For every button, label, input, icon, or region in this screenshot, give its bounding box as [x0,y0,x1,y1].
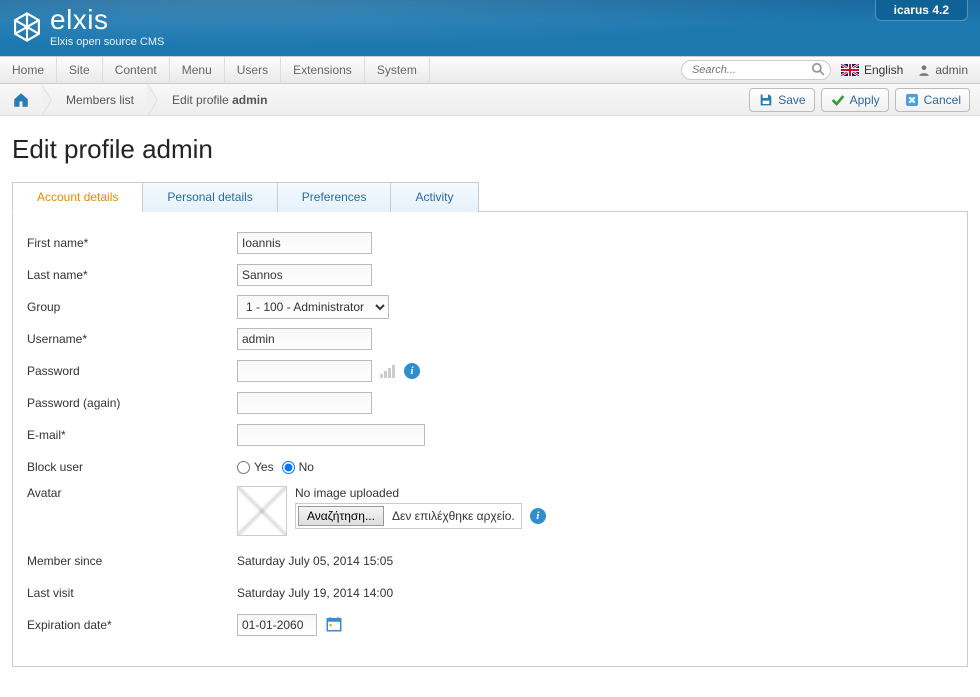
label-expiration: Expiration date* [27,618,237,632]
search-icon[interactable] [811,62,825,79]
cancel-button[interactable]: Cancel [895,88,970,112]
toolbar: Members list Edit profile admin Save App… [0,84,980,116]
breadcrumb-current: Edit profile admin [158,84,281,115]
label-lastname: Last name* [27,268,237,282]
label-firstname: First name* [27,236,237,250]
brand-logo[interactable]: elxis Elxis open source CMS [10,6,164,48]
file-browse-button[interactable]: Αναζήτηση... [298,506,384,526]
menu-extensions[interactable]: Extensions [281,57,365,83]
search-box [681,60,831,80]
avatar-preview [237,486,287,536]
label-email: E-mail* [27,428,237,442]
label-block: Block user [27,460,237,474]
account-details-panel: First name* Last name* Group 1 - 100 - A… [12,212,968,667]
label-password: Password [27,364,237,378]
strength-icon [380,364,396,378]
chevron-right-icon [148,84,158,116]
menu-menu[interactable]: Menu [170,57,225,83]
info-icon[interactable]: i [404,363,420,379]
tab-personal-details[interactable]: Personal details [142,182,277,212]
password-again-input[interactable] [237,392,372,414]
breadcrumb-members-list[interactable]: Members list [52,84,148,115]
language-label: English [864,63,903,77]
brand-name: elxis [50,6,164,34]
label-group: Group [27,300,237,314]
label-username: Username* [27,332,237,346]
flag-icon [841,64,859,76]
page-title: Edit profile admin [12,134,968,165]
brand-tagline: Elxis open source CMS [50,36,164,48]
language-selector[interactable]: English [841,63,903,77]
current-user[interactable]: admin [917,63,968,77]
firstname-input[interactable] [237,232,372,254]
user-icon [917,63,931,77]
tab-preferences[interactable]: Preferences [277,182,392,212]
tab-activity[interactable]: Activity [390,182,478,212]
save-button[interactable]: Save [749,88,814,112]
info-icon[interactable]: i [530,508,546,524]
menu-home[interactable]: Home [0,57,57,83]
menu-users[interactable]: Users [225,57,281,83]
tabs: Account details Personal details Prefere… [12,181,968,212]
tab-account-details[interactable]: Account details [12,182,143,212]
save-icon [758,92,774,108]
lastname-input[interactable] [237,264,372,286]
username-input[interactable] [237,328,372,350]
email-input[interactable] [237,424,425,446]
label-password2: Password (again) [27,396,237,410]
password-input[interactable] [237,360,372,382]
label-lastvisit: Last visit [27,586,237,600]
avatar-status: No image uploaded [295,486,546,500]
apply-icon [830,92,846,108]
app-header: elxis Elxis open source CMS icarus 4.2 [0,0,980,56]
breadcrumb-home[interactable] [0,84,42,115]
group-select[interactable]: 1 - 100 - Administrator [237,295,389,319]
version-badge: icarus 4.2 [875,0,968,21]
home-icon [12,91,30,109]
menu-system[interactable]: System [365,57,430,83]
calendar-icon[interactable] [325,615,343,636]
block-no-radio[interactable] [282,461,295,474]
label-membersince: Member since [27,554,237,568]
avatar-file-picker[interactable]: Αναζήτηση... Δεν επιλέχθηκε αρχείο. [295,503,522,529]
chevron-right-icon [42,84,52,116]
lastvisit-value: Saturday July 19, 2014 14:00 [237,586,393,600]
expiration-input[interactable] [237,614,317,636]
main-menu: Home Site Content Menu Users Extensions … [0,56,980,84]
file-status: Δεν επιλέχθηκε αρχείο. [392,509,515,523]
menu-site[interactable]: Site [57,57,103,83]
label-avatar: Avatar [27,486,237,500]
breadcrumb: Members list Edit profile admin [0,84,281,115]
logo-icon [10,10,44,44]
membersince-value: Saturday July 05, 2014 15:05 [237,554,393,568]
menu-content[interactable]: Content [103,57,170,83]
block-yes-radio[interactable] [237,461,250,474]
apply-button[interactable]: Apply [821,88,889,112]
user-label: admin [935,63,968,77]
search-input[interactable] [681,60,831,80]
cancel-icon [904,92,920,108]
